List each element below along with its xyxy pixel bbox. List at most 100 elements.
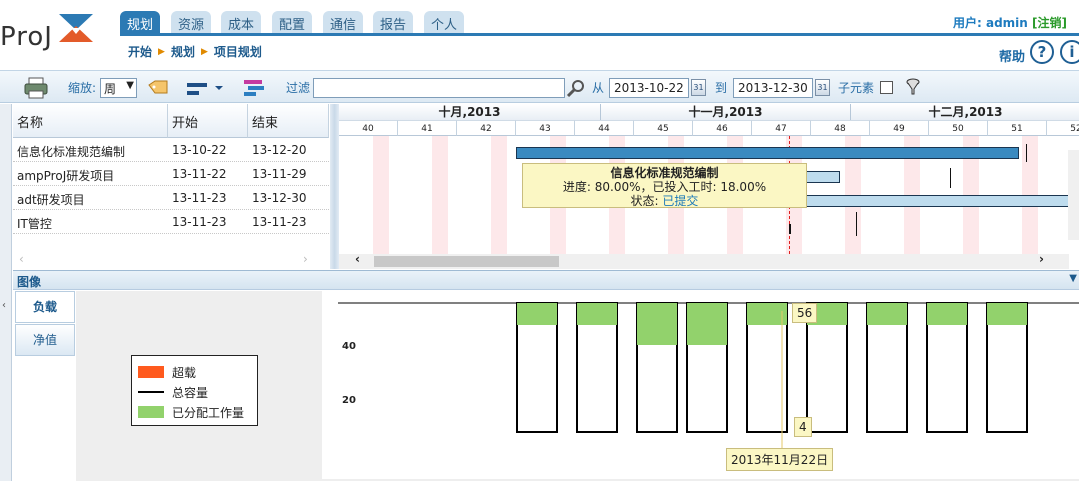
breadcrumb-arrow-icon: ▶ xyxy=(200,46,208,57)
legend-item: 超载 xyxy=(138,362,251,382)
column-header-start[interactable]: 开始 xyxy=(168,104,248,138)
tab-communication[interactable]: 通信 xyxy=(323,11,363,34)
chevron-left-icon[interactable]: ‹ xyxy=(2,300,6,311)
legend-item: 已分配工作量 xyxy=(138,402,251,422)
zoom-label: 缩放: xyxy=(68,81,97,95)
table-row[interactable]: ampProJ研发项目 13-11-22 13-11-29 xyxy=(13,162,329,186)
tab-config[interactable]: 配置 xyxy=(272,11,312,34)
table-row[interactable]: IT管控 13-11-23 13-11-23 xyxy=(13,210,329,234)
month-header: 十一月,2013 xyxy=(601,104,851,120)
tab-earned-value[interactable]: 净值 xyxy=(15,324,75,356)
legend-swatch xyxy=(138,366,164,378)
info-icon[interactable]: i xyxy=(1060,40,1079,64)
allocated-bar xyxy=(577,303,617,325)
allocated-bar xyxy=(687,303,727,345)
tab-personal[interactable]: 个人 xyxy=(424,11,464,34)
zoom-value: 周 xyxy=(104,82,117,96)
filter-label: 过滤 xyxy=(286,81,311,95)
table-row[interactable]: adt研发项目 13-11-23 13-12-30 xyxy=(13,186,329,210)
milestone-marker xyxy=(950,168,951,188)
task-start: 13-11-23 xyxy=(172,215,227,229)
week-header: 49 xyxy=(870,120,929,136)
table-row[interactable]: 信息化标准规范编制 13-10-22 13-12-20 xyxy=(13,138,329,162)
filter-funnel-icon[interactable] xyxy=(905,78,921,96)
from-date-input[interactable] xyxy=(609,78,689,98)
week-header: 41 xyxy=(398,120,457,136)
tab-cost[interactable]: 成本 xyxy=(221,11,261,34)
search-icon[interactable] xyxy=(566,78,586,98)
calendar-icon[interactable]: 31 xyxy=(691,79,706,96)
week-header: 47 xyxy=(752,120,811,136)
calendar-icon[interactable]: 31 xyxy=(815,79,830,96)
panel-header: 图像 ▼ xyxy=(13,270,1079,290)
column-header-end[interactable]: 结束 xyxy=(248,104,329,138)
to-date-input[interactable] xyxy=(733,78,813,98)
allocated-bar xyxy=(867,303,907,325)
chart-tabs: 负载 净值 xyxy=(13,291,76,481)
chevron-right-icon[interactable]: › xyxy=(1039,252,1044,266)
collapse-icon[interactable]: ▼ xyxy=(1069,273,1077,284)
chevron-left-icon[interactable]: ‹ xyxy=(19,252,24,266)
week-header: 44 xyxy=(575,120,634,136)
week-header: 51 xyxy=(988,120,1047,136)
legend-label: 超载 xyxy=(172,365,197,380)
week-header: 46 xyxy=(693,120,752,136)
gantt-horizontal-scrollbar[interactable]: ‹ › xyxy=(339,252,1069,269)
task-tooltip: 信息化标准规范编制 进度: 80.00%，已投入工时: 18.00% 状态: 已… xyxy=(522,163,807,208)
logout-link[interactable]: [注销] xyxy=(1032,16,1067,30)
scrollbar-thumb[interactable] xyxy=(374,256,559,267)
pane-splitter[interactable] xyxy=(330,104,339,269)
week-header: 50 xyxy=(929,120,988,136)
legend-label: 已分配工作量 xyxy=(172,405,245,420)
task-name: IT管控 xyxy=(17,217,52,231)
tab-planning[interactable]: 规划 xyxy=(120,11,160,34)
zoom-select[interactable]: 周 ▼ xyxy=(100,78,137,98)
callout-bottom: 4 xyxy=(794,417,812,437)
breadcrumb-start[interactable]: 开始 xyxy=(128,43,152,60)
child-elements-checkbox[interactable] xyxy=(880,81,893,94)
legend-swatch xyxy=(138,391,164,393)
tag-icon[interactable] xyxy=(147,79,169,97)
column-header-name[interactable]: 名称 xyxy=(13,104,168,138)
month-header: 十二月,2013 xyxy=(851,104,1079,120)
chevron-left-icon[interactable]: ‹ xyxy=(355,252,360,266)
tooltip-progress: 进度: 80.00%，已投入工时: 18.00% xyxy=(562,180,767,194)
chevron-right-icon[interactable]: › xyxy=(303,252,308,266)
left-collapse-strip[interactable] xyxy=(0,104,12,481)
nav-underline xyxy=(120,33,1079,36)
tab-report[interactable]: 报告 xyxy=(373,11,413,34)
legend-item: 总容量 xyxy=(138,382,251,402)
breadcrumb: 开始 ▶ 规划 ▶ 项目规划 xyxy=(128,43,262,60)
to-label: 到 xyxy=(715,81,728,95)
gantt-vertical-scrollbar[interactable] xyxy=(1068,150,1079,240)
child-elements-label: 子元素 xyxy=(838,81,875,95)
task-grid: 名称 开始 结束 信息化标准规范编制 13-10-22 13-12-20 ampPr… xyxy=(13,104,329,269)
help-link[interactable]: 帮助 xyxy=(999,46,1025,65)
tab-resource[interactable]: 资源 xyxy=(171,11,211,34)
week-header: 52 xyxy=(1047,120,1079,136)
grid-horizontal-scrollbar[interactable]: ‹ › xyxy=(13,252,329,269)
legend-swatch xyxy=(138,406,164,418)
help-icon[interactable]: ? xyxy=(1030,40,1054,64)
allocated-bar xyxy=(637,303,677,345)
task-start: 13-11-23 xyxy=(172,191,227,205)
print-icon[interactable] xyxy=(24,77,48,99)
task-bar[interactable] xyxy=(805,195,1079,207)
tab-load[interactable]: 负载 xyxy=(15,291,75,323)
week-header: 45 xyxy=(634,120,693,136)
task-bar[interactable] xyxy=(516,147,1019,159)
logo-text: ProJ xyxy=(0,22,53,52)
task-end: 13-12-20 xyxy=(252,143,307,157)
bar-style-icon[interactable] xyxy=(185,81,225,97)
gantt-icon[interactable] xyxy=(242,79,266,97)
week-header: 48 xyxy=(811,120,870,136)
allocated-bar xyxy=(747,303,787,325)
task-name: ampProJ研发项目 xyxy=(17,169,115,183)
breadcrumb-planning[interactable]: 规划 xyxy=(171,43,195,60)
week-header: 43 xyxy=(516,120,575,136)
filter-input[interactable] xyxy=(313,78,565,98)
task-end: 13-11-23 xyxy=(252,215,307,229)
breadcrumb-project-planning[interactable]: 项目规划 xyxy=(214,43,262,60)
milestone-marker xyxy=(856,212,857,236)
allocated-bar xyxy=(927,303,967,325)
